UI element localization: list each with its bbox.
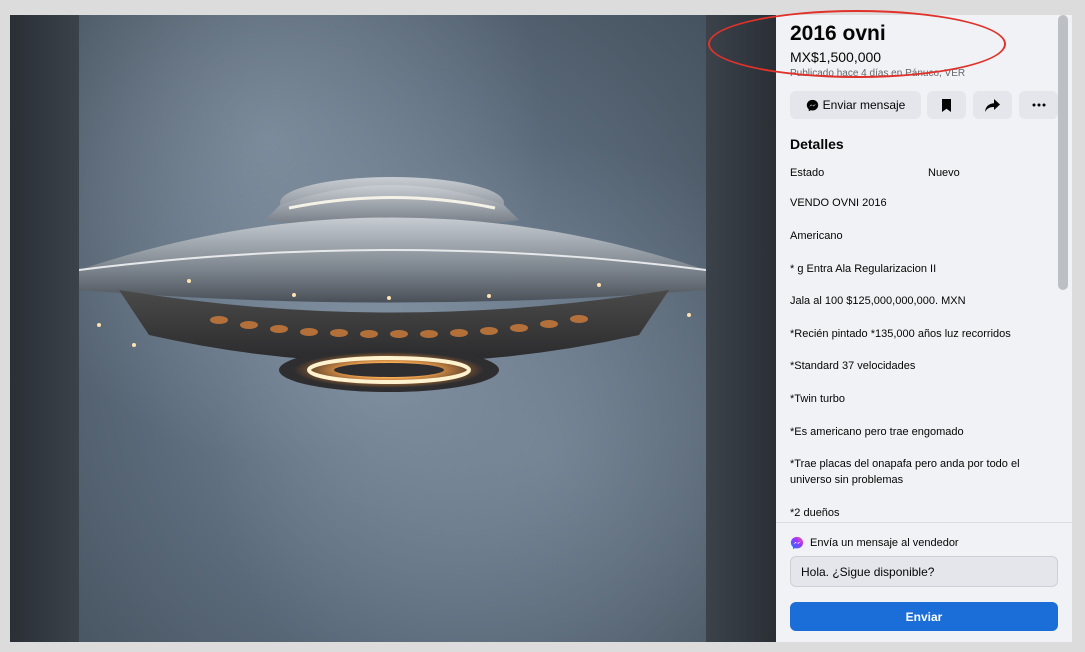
listing-photo [79, 15, 706, 642]
message-input[interactable] [790, 556, 1058, 587]
description-line: Jala al 100 $125,000,000,000. MXN [790, 295, 966, 307]
messenger-icon [806, 99, 818, 111]
listing-price: MX$1,500,000 [790, 49, 882, 65]
listing-details-panel[interactable]: 2016 ovni MX$1,500,000 Publicado hace 4 … [776, 15, 1072, 642]
message-seller-heading: Envía un mensaje al vendedor [790, 536, 959, 550]
more-options-button[interactable] [1019, 91, 1058, 119]
ufo-illustration [79, 177, 706, 392]
listing-meta: Publicado hace 4 días en Pánuco, VER [790, 68, 966, 79]
messenger-icon [790, 536, 804, 550]
send-message-button[interactable]: Enviar mensaje [790, 91, 921, 119]
listing-title: 2016 ovni [790, 22, 886, 45]
send-message-label: Enviar mensaje [822, 98, 906, 112]
share-button[interactable] [973, 91, 1012, 119]
bookmark-icon [942, 98, 951, 112]
panel-scrollbar[interactable] [1058, 15, 1068, 290]
description-line: *Es americano pero trae engomado [790, 426, 964, 438]
divider [776, 522, 1072, 523]
save-button[interactable] [927, 91, 966, 119]
description-line: *2 dueños [790, 507, 840, 519]
message-seller-label: Envía un mensaje al vendedor [810, 537, 959, 549]
condition-label: Estado [790, 167, 825, 179]
description-line: * g Entra Ala Regularizacion II [790, 263, 937, 275]
description-line: *Trae placas del onapafa pero anda por t… [790, 458, 1020, 486]
ellipsis-icon [1032, 103, 1045, 107]
send-button[interactable]: Enviar [790, 602, 1058, 631]
share-arrow-icon [985, 98, 1000, 112]
photo-viewer[interactable] [10, 15, 776, 642]
description-line: VENDO OVNI 2016 [790, 197, 887, 209]
description-line: *Twin turbo [790, 393, 846, 405]
description-line: *Recién pintado *135,000 años luz recorr… [790, 328, 1011, 340]
description-line: Americano [790, 230, 843, 242]
marketplace-viewer: 2016 ovni MX$1,500,000 Publicado hace 4 … [10, 15, 1072, 642]
description-line: *Standard 37 velocidades [790, 360, 916, 372]
details-section-title: Detalles [790, 136, 844, 152]
condition-value: Nuevo [928, 167, 960, 179]
